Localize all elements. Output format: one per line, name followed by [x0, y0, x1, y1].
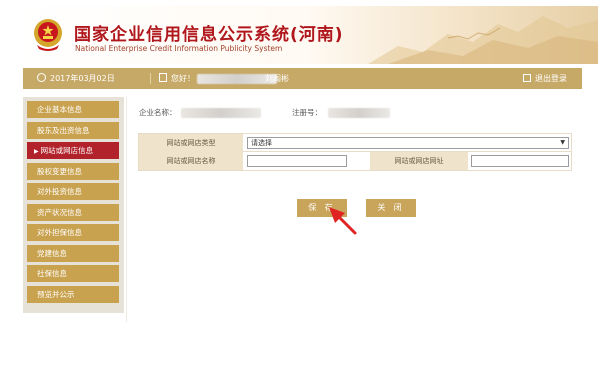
active-arrow-icon: ▶ [34, 148, 39, 155]
greeting-text: 您好！ [171, 74, 195, 83]
user-greeting: 您好！ [159, 68, 277, 89]
company-name-row: 企业名称： [139, 107, 261, 118]
status-bar: 2017年03月02日 您好！ 刘阁彬 退出登录 [23, 68, 582, 89]
sidebar-item-label: 股权变更信息 [37, 166, 82, 176]
sidebar-item-website-info[interactable]: ▶ 网站或网店信息 [27, 142, 119, 159]
sidebar-nav: 企业基本信息 股东及出资信息 ▶ 网站或网店信息 股权变更信息 对外投资信息 资产… [23, 97, 124, 313]
sidebar-item-label: 股东及出资信息 [37, 125, 90, 135]
type-label: 网站或网店类型 [139, 134, 243, 152]
sidebar-item-label: 对外担保信息 [37, 228, 82, 237]
url-label: 网站或网店网址 [370, 152, 468, 170]
sidebar-item-assets[interactable]: 资产状况信息 [27, 203, 119, 221]
form-row-name-url: 网站或网店名称 网站或网店网址 [139, 152, 571, 170]
company-name-label: 企业名称： [139, 108, 177, 117]
redacted-company-name [180, 108, 261, 118]
sidebar-item-label: 对外投资信息 [37, 187, 82, 196]
logout-button[interactable]: 退出登录 [523, 68, 567, 89]
url-input[interactable] [471, 155, 569, 167]
sidebar-item-equity-change[interactable]: 股权变更信息 [27, 162, 119, 180]
sidebar-item-label: 预览并公示 [37, 289, 75, 299]
sidebar-item-label: 网站或网店信息 [40, 146, 94, 155]
sidebar-item-basic-info[interactable]: 企业基本信息 [27, 101, 119, 118]
registration-number-row: 注册号： [292, 107, 390, 118]
annotation-arrow-icon [329, 207, 357, 235]
type-select[interactable]: 请选择 ▼ [247, 137, 569, 149]
site-subtitle: National Enterprise Credit Information P… [75, 44, 283, 53]
sidebar-item-guarantee[interactable]: 对外担保信息 [27, 224, 119, 241]
sidebar-item-label: 党建信息 [37, 248, 67, 258]
sidebar-item-investment[interactable]: 对外投资信息 [27, 183, 119, 200]
sidebar-item-social-security[interactable]: 社保信息 [27, 265, 119, 282]
user-name: 刘阁彬 [265, 74, 289, 83]
redacted-registration-number [328, 108, 390, 118]
national-emblem-icon [34, 19, 62, 51]
sidebar-item-label: 社保信息 [37, 269, 67, 278]
sidebar-item-preview-publish[interactable]: 预览并公示 [27, 285, 119, 303]
sidebar-item-shareholders[interactable]: 股东及出资信息 [27, 121, 119, 139]
type-select-value: 请选择 [251, 139, 272, 147]
registration-number-label: 注册号： [292, 108, 322, 117]
divider [150, 73, 151, 84]
page: 国家企业信用信息公示系统(河南) National Enterprise Cre… [0, 0, 605, 371]
current-date: 2017年03月02日 [50, 74, 115, 83]
sidebar-item-party[interactable]: 党建信息 [27, 244, 119, 262]
great-wall-banner-image [368, 16, 598, 64]
name-label: 网站或网店名称 [139, 152, 243, 170]
logout-icon [523, 73, 531, 82]
user-card-icon [159, 73, 167, 82]
name-input[interactable] [247, 155, 347, 167]
form-row-type: 网站或网店类型 请选择 ▼ [139, 134, 571, 152]
clock-icon [37, 73, 46, 82]
date-display: 2017年03月02日 [37, 68, 115, 89]
site-header: 国家企业信用信息公示系统(河南) National Enterprise Cre… [14, 6, 598, 64]
close-button[interactable]: 关 闭 [366, 199, 416, 217]
site-title: 国家企业信用信息公示系统(河南) [74, 25, 344, 45]
sidebar-item-label: 资产状况信息 [37, 207, 82, 217]
website-form: 网站或网店类型 请选择 ▼ 网站或网店名称 网站或网店网址 [138, 133, 572, 171]
chevron-down-icon: ▼ [560, 139, 565, 146]
sidebar-item-label: 企业基本信息 [37, 105, 82, 114]
logout-label: 退出登录 [535, 74, 567, 83]
